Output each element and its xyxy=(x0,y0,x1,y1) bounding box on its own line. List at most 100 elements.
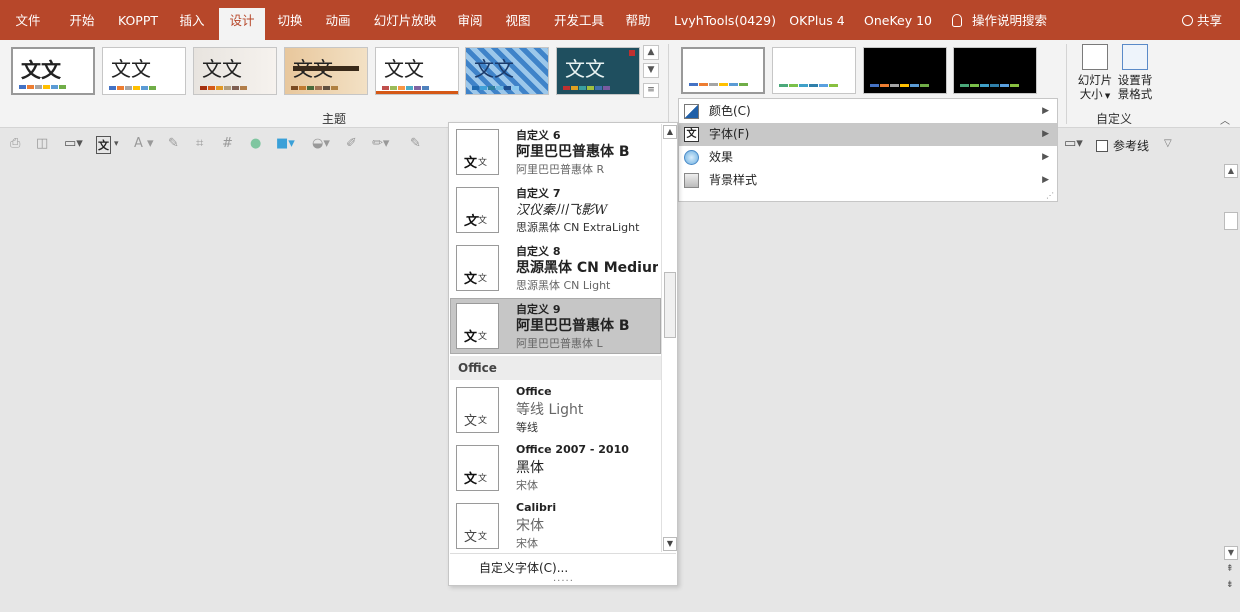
fonts-scrollbar[interactable]: ▲ ▼ xyxy=(661,124,677,552)
variant-thumbnail-4[interactable] xyxy=(953,47,1037,94)
tab-okplus[interactable]: OKPlus 4 xyxy=(786,8,848,40)
font-heading: 阿里巴巴普惠体 B xyxy=(516,318,630,334)
search-label: 操作说明搜索 xyxy=(972,13,1048,28)
tab-slideshow[interactable]: 幻灯片放映 xyxy=(366,8,444,40)
font-option[interactable]: 文文 自定义 7 汉仪秦川飞影W 思源黑体 CN ExtraLight xyxy=(450,182,661,238)
preview-glyph: 文 xyxy=(464,330,478,345)
eyedropper-icon-2[interactable]: ✐ xyxy=(346,136,357,151)
variant-thumbnail-1[interactable] xyxy=(681,47,765,94)
theme-thumbnail-6[interactable]: 文文 xyxy=(465,47,549,95)
share-label: 共享 xyxy=(1196,13,1222,28)
font-option[interactable]: 文文 自定义 6 阿里巴巴普惠体 B 阿里巴巴普惠体 R xyxy=(450,124,661,180)
crop-icon[interactable]: # xyxy=(222,136,233,151)
pen-icon[interactable]: ✏▾ xyxy=(372,136,389,151)
font-option[interactable]: 文文 Office 2007 - 2010 黑体 宋体 xyxy=(450,440,661,496)
theme-thumbnail-5[interactable]: 文文 xyxy=(375,47,459,95)
theme-thumbnail-1[interactable]: 文文 xyxy=(11,47,95,95)
toolbar-icon-2[interactable]: ◫ xyxy=(36,136,48,151)
theme-thumbnail-2[interactable]: 文文 xyxy=(102,47,186,95)
menu-item-background-styles[interactable]: 背景样式 ▶ xyxy=(679,169,1057,192)
font-body: 思源黑体 CN ExtraLight xyxy=(516,221,640,234)
gallery-scroll-up-button[interactable]: ▲ xyxy=(643,45,659,60)
dropdown-arrow-icon[interactable]: ▾ xyxy=(114,139,119,149)
guides-checkbox[interactable]: 参考线 xyxy=(1096,137,1149,154)
preview-glyph-small: 文 xyxy=(478,474,488,484)
resize-grip-icon[interactable]: ⋰ xyxy=(1046,191,1054,200)
menu-item-colors[interactable]: 颜色(C) ▶ xyxy=(679,100,1057,123)
font-preview-thumbnail: 文文 xyxy=(456,445,499,491)
shape-circle-icon[interactable]: ● xyxy=(250,136,261,151)
font-option[interactable]: 文文 自定义 8 思源黑体 CN Medium 思源黑体 CN Light xyxy=(450,240,661,296)
scroll-thumb[interactable] xyxy=(664,272,676,338)
tab-home[interactable]: 开始 xyxy=(62,8,102,40)
fill-color-icon[interactable]: ■▾ xyxy=(276,136,295,151)
variant-color-swatches xyxy=(960,84,1020,87)
scroll-thumb[interactable] xyxy=(1224,212,1238,230)
toolbar-icon-1[interactable]: ⎙ xyxy=(10,136,20,151)
font-preview-thumbnail: 文文 xyxy=(456,187,499,233)
textbox-icon[interactable]: ▭▾ xyxy=(64,136,83,151)
theme-thumbnail-4[interactable]: 文文 xyxy=(284,47,368,95)
theme-thumbnail-7[interactable]: 文文 xyxy=(556,47,640,95)
format-background-button[interactable]: 设置背 景格式 xyxy=(1114,44,1156,101)
font-body: 宋体 xyxy=(516,479,538,492)
tab-file[interactable]: 文件 xyxy=(8,8,48,40)
next-slide-icon[interactable]: ⇟ xyxy=(1226,580,1234,590)
variant-thumbnail-2[interactable] xyxy=(772,47,856,94)
eyedropper-icon[interactable]: ✎ xyxy=(168,136,179,151)
theme-accent-bar xyxy=(376,91,458,94)
font-preview-thumbnail: 文文 xyxy=(456,387,499,433)
menu-item-fonts[interactable]: 文 字体(F) ▶ xyxy=(679,123,1057,146)
gallery-scroll-down-button[interactable]: ▼ xyxy=(643,63,659,78)
previous-slide-icon[interactable]: ⇞ xyxy=(1226,564,1234,574)
theme-color-swatches xyxy=(382,86,430,90)
toolbar-overflow-icon[interactable]: ▽ xyxy=(1164,138,1172,149)
font-option[interactable]: 文文 Calibri 宋体 宋体 xyxy=(450,498,661,554)
scroll-up-button[interactable]: ▲ xyxy=(1224,164,1238,178)
share-button[interactable]: 共享 xyxy=(1181,8,1222,34)
collapse-ribbon-icon[interactable]: ︿ xyxy=(1220,112,1230,127)
tab-transitions[interactable]: 切换 xyxy=(270,8,310,40)
text-icon[interactable]: 文 xyxy=(96,136,111,154)
font-option[interactable]: 文文 Office 等线 Light 等线 xyxy=(450,382,661,438)
font-color-icon[interactable]: A ▾ xyxy=(134,136,154,151)
tab-animations[interactable]: 动画 xyxy=(318,8,358,40)
customize-group-label: 自定义 xyxy=(1096,112,1133,126)
fonts-dropdown: 文文 自定义 6 阿里巴巴普惠体 B 阿里巴巴普惠体 R 文文 自定义 7 汉仪… xyxy=(448,122,678,586)
eyedropper-icon-3[interactable]: ✎ xyxy=(410,136,421,151)
tab-view[interactable]: 视图 xyxy=(498,8,538,40)
theme-preview-text: 文文 xyxy=(384,57,424,81)
resize-grip-icon[interactable]: ..... xyxy=(553,573,574,584)
format-painter-icon[interactable]: ⌗ xyxy=(196,136,203,151)
scroll-down-button[interactable]: ▼ xyxy=(663,537,677,551)
tab-lvyhtools[interactable]: LvyhTools(0429) xyxy=(670,8,780,40)
scroll-up-button[interactable]: ▲ xyxy=(663,125,677,139)
theme-thumbnail-3[interactable]: 文文 xyxy=(193,47,277,95)
fill-bucket-icon[interactable]: ◒▾ xyxy=(312,136,330,151)
layout-icon[interactable]: ▭▾ xyxy=(1064,136,1083,151)
chevron-right-icon: ▶ xyxy=(1042,106,1049,116)
person-icon xyxy=(1181,15,1193,26)
tell-me-search[interactable]: 操作说明搜索 xyxy=(952,8,1047,34)
tab-onekey[interactable]: OneKey 10 xyxy=(860,8,936,40)
font-option-selected[interactable]: 文文 自定义 9 阿里巴巴普惠体 B 阿里巴巴普惠体 L xyxy=(450,298,661,354)
slide-size-label-2: 大小 xyxy=(1079,87,1103,101)
tab-help[interactable]: 帮助 xyxy=(618,8,658,40)
font-heading: 黑体 xyxy=(516,460,544,476)
menu-item-effects[interactable]: 效果 ▶ xyxy=(679,146,1057,169)
tab-review[interactable]: 审阅 xyxy=(450,8,490,40)
ribbon-separator xyxy=(1066,44,1067,124)
preview-glyph: 文 xyxy=(464,272,478,287)
slide-vertical-scrollbar[interactable]: ▲ ▼ ⇞ ⇟ xyxy=(1222,160,1240,612)
gallery-more-button[interactable]: ≡ xyxy=(643,83,659,98)
menu-item-label: 背景样式 xyxy=(709,173,758,187)
tab-design[interactable]: 设计 xyxy=(219,8,265,40)
theme-color-swatches xyxy=(472,86,520,90)
scroll-down-button[interactable]: ▼ xyxy=(1224,546,1238,560)
tab-developer[interactable]: 开发工具 xyxy=(548,8,610,40)
slide-size-button[interactable]: 幻灯片 大小 ▼ xyxy=(1074,44,1116,103)
tab-koppt[interactable]: KOPPT xyxy=(110,8,166,40)
variant-thumbnail-3[interactable] xyxy=(863,47,947,94)
colors-icon xyxy=(684,104,699,119)
tab-insert[interactable]: 插入 xyxy=(172,8,212,40)
